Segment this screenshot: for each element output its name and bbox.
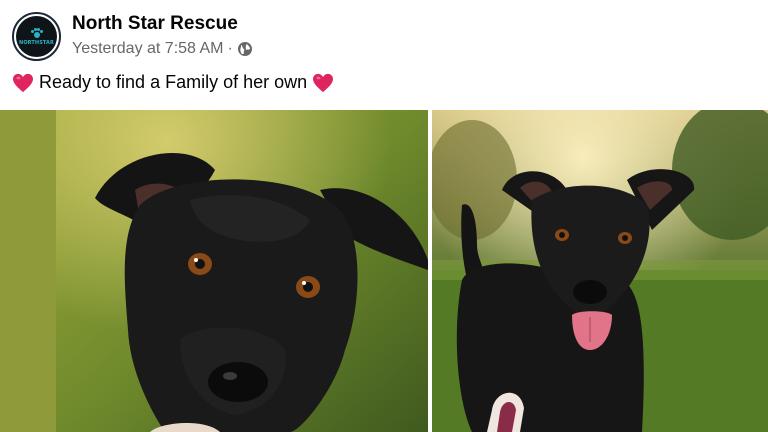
heart-icon (13, 73, 33, 92)
post-header: NORTHSTAR North Star Rescue Yesterday at… (0, 0, 768, 110)
paw-icon (30, 27, 43, 38)
dog-closeup-image (0, 110, 428, 432)
post-photo-left[interactable] (0, 110, 428, 432)
caption-text: Ready to find a Family of her own (39, 72, 308, 92)
page-avatar[interactable]: NORTHSTAR (12, 12, 61, 61)
post-caption: Ready to find a Family of her own (12, 72, 334, 93)
page-name-link[interactable]: North Star Rescue (72, 13, 238, 35)
heart-icon (313, 73, 334, 92)
post-timestamp[interactable]: Yesterday at 7:58 AM (72, 40, 224, 58)
dog-field-image (432, 110, 768, 432)
meta-separator: · (227, 40, 233, 57)
globe-icon[interactable] (237, 41, 253, 57)
post-photo-right[interactable] (432, 110, 768, 432)
avatar-logo: NORTHSTAR (16, 16, 57, 57)
post-meta: Yesterday at 7:58 AM · (72, 40, 253, 58)
post-photo-grid (0, 110, 768, 432)
avatar-logo-text: NORTHSTAR (19, 39, 54, 46)
